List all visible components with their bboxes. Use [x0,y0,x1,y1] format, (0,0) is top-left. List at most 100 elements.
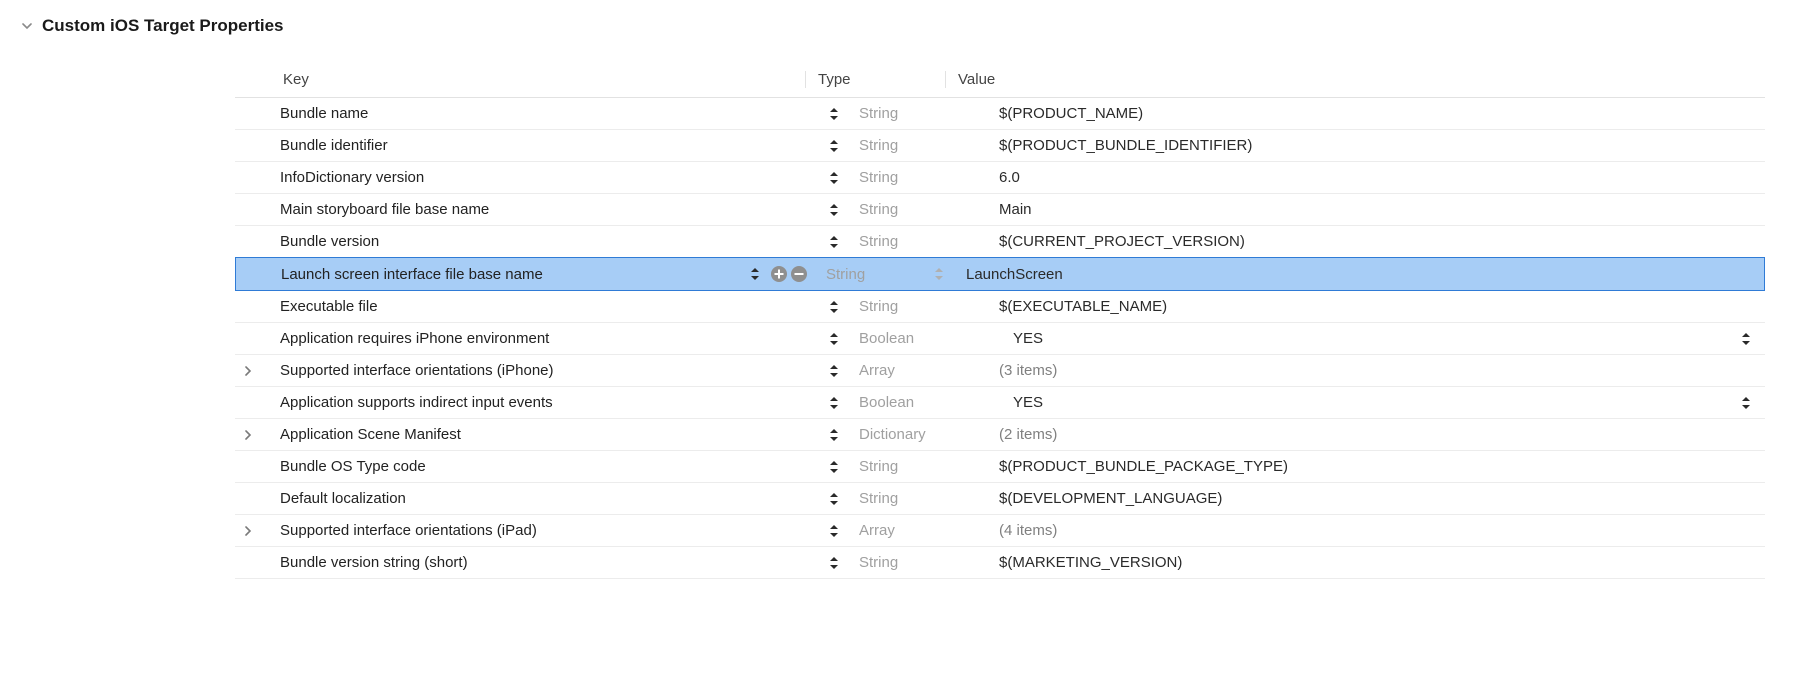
type-cell[interactable]: String [847,201,987,218]
type-cell[interactable]: String [847,105,987,122]
table-row[interactable]: Default localization String$(DEVELOPMENT… [235,483,1765,515]
value-label: $(EXECUTABLE_NAME) [999,298,1167,315]
table-row[interactable]: Main storyboard file base name StringMai… [235,194,1765,226]
type-cell[interactable]: String [847,298,987,315]
value-cell[interactable]: (3 items) [987,362,1765,379]
up-down-icon[interactable] [825,332,843,346]
table-row[interactable]: Supported interface orientations (iPad) … [235,515,1765,547]
value-cell[interactable]: LaunchScreen [954,266,1764,283]
key-cell[interactable]: Supported interface orientations (iPad) [235,522,847,539]
disclosure-toggle[interactable] [238,366,258,376]
section-header[interactable]: Custom iOS Target Properties [0,0,1800,44]
disclosure-toggle[interactable] [238,430,258,440]
value-cell[interactable]: $(PRODUCT_BUNDLE_PACKAGE_TYPE) [987,458,1765,475]
type-cell[interactable]: Dictionary [847,426,987,443]
up-down-icon[interactable] [825,396,843,410]
add-button[interactable] [770,265,788,283]
type-cell[interactable]: String [847,169,987,186]
key-label: Bundle version [258,233,825,250]
remove-button[interactable] [790,265,808,283]
key-cell[interactable]: Launch screen interface file base name [236,265,814,283]
table-row[interactable]: Application Scene Manifest Dictionary(2 … [235,419,1765,451]
value-cell[interactable]: 6.0 [987,169,1765,186]
value-label: (3 items) [999,362,1057,379]
up-down-icon[interactable] [825,364,843,378]
up-down-icon[interactable] [930,267,948,281]
table-row[interactable]: Bundle identifier String$(PRODUCT_BUNDLE… [235,130,1765,162]
value-cell[interactable]: (4 items) [987,522,1765,539]
key-cell[interactable]: Executable file [235,298,847,315]
table-row[interactable]: Bundle name String$(PRODUCT_NAME) [235,98,1765,130]
value-cell[interactable]: YES [987,394,1765,411]
key-cell[interactable]: Application requires iPhone environment [235,330,847,347]
up-down-icon[interactable] [825,524,843,538]
up-down-icon[interactable] [825,556,843,570]
type-cell[interactable]: String [847,233,987,250]
key-label: Application supports indirect input even… [258,394,825,411]
key-cell[interactable]: Bundle OS Type code [235,458,847,475]
header-type[interactable]: Type [805,71,945,88]
table-row[interactable]: Bundle OS Type code String $(PRODUCT_BUND… [235,451,1765,483]
up-down-icon[interactable] [1735,332,1757,346]
key-cell[interactable]: Supported interface orientations (iPhone… [235,362,847,379]
value-label: $(CURRENT_PROJECT_VERSION) [999,233,1245,250]
type-cell[interactable]: Boolean [847,394,987,411]
table-row[interactable]: Application requires iPhone environment … [235,323,1765,355]
table-row[interactable]: Launch screen interface file base name S… [235,257,1765,291]
up-down-icon[interactable] [825,492,843,506]
type-cell[interactable]: String [847,458,987,475]
up-down-icon[interactable] [825,460,843,474]
type-cell[interactable]: Boolean [847,330,987,347]
type-cell[interactable]: String [847,490,987,507]
key-cell[interactable]: Bundle name [235,105,847,122]
table-header-row: Key Type Value [235,62,1765,98]
type-cell[interactable]: Array [847,522,987,539]
type-cell[interactable]: Array [847,362,987,379]
up-down-icon[interactable] [1735,396,1757,410]
value-cell[interactable]: $(DEVELOPMENT_LANGUAGE) [987,490,1765,507]
header-key[interactable]: Key [235,71,805,88]
value-cell[interactable]: $(PRODUCT_BUNDLE_IDENTIFIER) [987,137,1765,154]
key-label: Application requires iPhone environment [258,330,825,347]
key-cell[interactable]: Bundle identifier [235,137,847,154]
table-row[interactable]: Application supports indirect input even… [235,387,1765,419]
value-cell[interactable]: YES [987,330,1765,347]
up-down-icon[interactable] [746,267,764,281]
type-cell[interactable]: String [847,554,987,571]
key-cell[interactable]: Bundle version string (short) [235,554,847,571]
value-cell[interactable]: $(EXECUTABLE_NAME) [987,298,1765,315]
key-cell[interactable]: Application Scene Manifest [235,426,847,443]
key-label: Supported interface orientations (iPhone… [258,362,825,379]
table-row[interactable]: Bundle version string (short) String$(MA… [235,547,1765,579]
type-cell[interactable]: String [814,266,954,283]
value-cell[interactable]: Main [987,201,1765,218]
up-down-icon[interactable] [825,428,843,442]
value-cell[interactable]: (2 items) [987,426,1765,443]
up-down-icon[interactable] [825,235,843,249]
table-row[interactable]: Supported interface orientations (iPhone… [235,355,1765,387]
key-cell[interactable]: Application supports indirect input even… [235,394,847,411]
disclosure-toggle[interactable] [238,526,258,536]
table-row[interactable]: Executable file String $(EXECUTABLE_NAME) [235,291,1765,323]
table-row[interactable]: InfoDictionary version String6.0 [235,162,1765,194]
type-label: String [859,458,898,475]
key-cell[interactable]: Bundle version [235,233,847,250]
up-down-icon[interactable] [825,203,843,217]
up-down-icon[interactable] [825,171,843,185]
key-cell[interactable]: InfoDictionary version [235,169,847,186]
plist-table: Key Type Value Bundle name String$(PRODU… [235,62,1765,579]
key-label: Executable file [258,298,825,315]
type-label: String [826,266,865,283]
up-down-icon[interactable] [825,107,843,121]
up-down-icon[interactable] [825,139,843,153]
key-cell[interactable]: Main storyboard file base name [235,201,847,218]
up-down-icon[interactable] [825,300,843,314]
type-cell[interactable]: String [847,137,987,154]
value-cell[interactable]: $(PRODUCT_NAME) [987,105,1765,122]
value-cell[interactable]: $(MARKETING_VERSION) [987,554,1765,571]
table-row[interactable]: Bundle version String $(CURRENT_PROJECT_V… [235,226,1765,258]
key-cell[interactable]: Default localization [235,490,847,507]
value-cell[interactable]: $(CURRENT_PROJECT_VERSION) [987,233,1765,250]
key-label: Launch screen interface file base name [259,266,746,283]
header-value[interactable]: Value [945,71,1765,88]
